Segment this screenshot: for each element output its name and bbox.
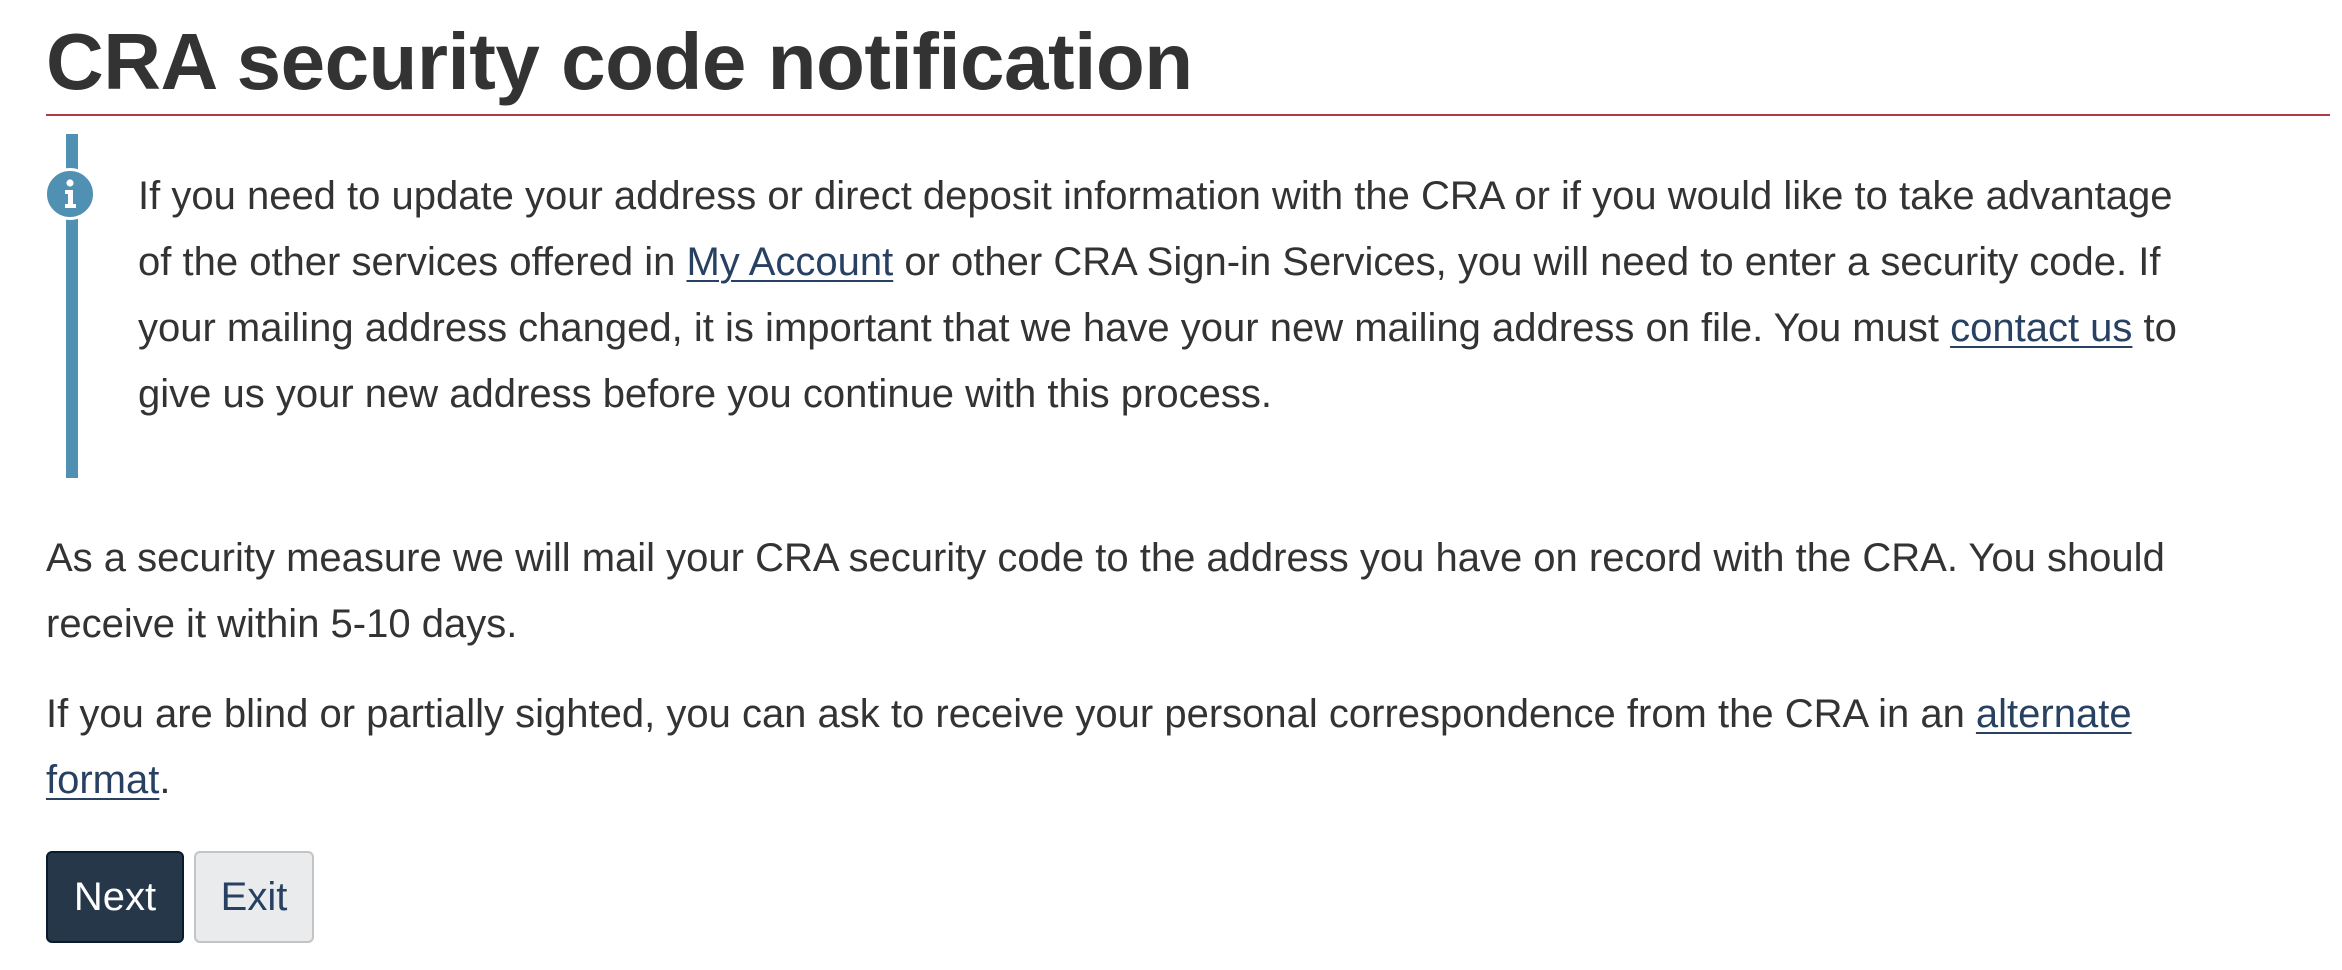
paragraph-line: format.	[46, 747, 2132, 813]
title-divider	[46, 114, 2330, 116]
security-measure-paragraph: As a security measure we will mail your …	[46, 525, 2165, 657]
alert-line: your mailing address changed, it is impo…	[138, 295, 2342, 361]
alert-text-segment: your mailing address changed, it is impo…	[138, 306, 1951, 350]
paragraph-text-segment: If you are blind or partially sighted, y…	[46, 692, 1976, 736]
info-alert: If you need to update your address or di…	[44, 134, 2330, 478]
alert-text-segment: of the other services offered in	[138, 240, 687, 284]
page-title: CRA security code notification	[46, 17, 1193, 106]
alert-message: If you need to update your address or di…	[138, 163, 2342, 427]
alert-line: of the other services offered in My Acco…	[138, 229, 2342, 295]
alert-line: give us your new address before you cont…	[138, 372, 1272, 416]
accessibility-paragraph: If you are blind or partially sighted, y…	[46, 681, 2132, 813]
paragraph-line: If you are blind or partially sighted, y…	[46, 681, 2132, 747]
alternate-format-link[interactable]: alternate	[1976, 692, 2132, 736]
next-button[interactable]: Next	[46, 851, 184, 943]
paragraph-line: As a security measure we will mail your …	[46, 536, 2165, 580]
alert-text-segment: or other CRA Sign-in Services, you will …	[893, 240, 2161, 284]
paragraph-line: receive it within 5-10 days.	[46, 602, 518, 646]
alternate-format-link[interactable]: format	[46, 758, 159, 802]
alert-line: If you need to update your address or di…	[138, 174, 2173, 218]
alert-text-segment: to	[2132, 306, 2177, 350]
my-account-link[interactable]: My Account	[686, 240, 893, 284]
paragraph-text-segment: .	[159, 758, 171, 802]
contact-us-link[interactable]: contact us	[1950, 306, 2132, 350]
info-icon	[44, 168, 96, 220]
exit-button[interactable]: Exit	[194, 851, 314, 943]
